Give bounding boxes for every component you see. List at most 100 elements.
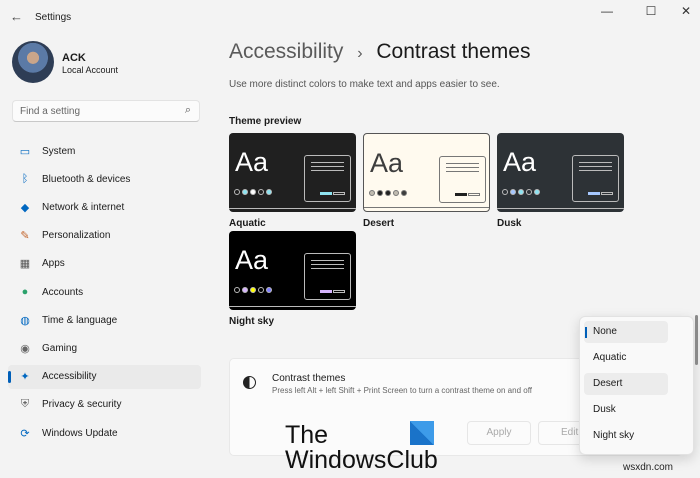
apps-icon: ▦: [19, 258, 31, 271]
sidebar-item-label: System: [42, 145, 76, 157]
color-dot: [385, 190, 391, 196]
sidebar-item-privacy-security[interactable]: ⛨ Privacy & security: [8, 393, 201, 417]
update-icon: ⟳: [20, 427, 30, 440]
dropdown-option-none[interactable]: None: [584, 321, 668, 343]
color-dot: [518, 189, 524, 195]
color-dot: [258, 287, 264, 293]
search-input[interactable]: Find a setting ⌕: [12, 100, 200, 122]
selected-indicator: [8, 370, 11, 383]
color-dot: [242, 287, 248, 293]
dropdown-option-aquatic[interactable]: Aquatic: [584, 347, 668, 369]
back-arrow-icon[interactable]: ←: [10, 9, 23, 24]
color-dot: [534, 189, 540, 195]
window-preview: [304, 155, 351, 202]
theme-sample-text: Aa: [235, 245, 269, 275]
theme-card-night-sky[interactable]: Aa: [229, 231, 356, 310]
color-dot: [234, 287, 240, 293]
color-dot: [234, 189, 240, 195]
window-preview: [304, 253, 351, 300]
sidebar-item-label: Accessibility: [42, 371, 97, 383]
minimize-button[interactable]: —: [597, 4, 617, 18]
color-dot: [250, 189, 256, 195]
sidebar-item-accounts[interactable]: ● Accounts: [8, 280, 201, 304]
wifi-icon: ◆: [20, 201, 30, 214]
sidebar-item-personalization[interactable]: ✎ Personalization: [8, 224, 201, 248]
search-placeholder: Find a setting: [20, 106, 81, 117]
sidebar-item-label: Personalization: [42, 230, 111, 242]
theme-card-dusk[interactable]: Aa: [497, 133, 624, 212]
color-dot: [401, 190, 407, 196]
sidebar-item-label: Windows Update: [42, 427, 118, 439]
contrast-themes-heading: Contrast themes: [272, 373, 346, 384]
sidebar-item-label: Gaming: [42, 342, 78, 354]
contrast-themes-description: Press left Alt + left Shift + Print Scre…: [272, 386, 532, 395]
color-dot: [510, 189, 516, 195]
sidebar-item-gaming[interactable]: ◉ Gaming: [8, 336, 201, 360]
bluetooth-icon: ᛒ: [21, 173, 29, 186]
sidebar-item-apps[interactable]: ▦ Apps: [8, 252, 201, 276]
avatar[interactable]: [12, 41, 54, 83]
color-swatches: [369, 190, 407, 196]
breadcrumb-separator: ›: [357, 45, 363, 62]
person-icon: ●: [21, 286, 29, 298]
sidebar-item-network-internet[interactable]: ◆ Network & internet: [8, 195, 201, 219]
shield-icon: ⛨: [20, 398, 30, 411]
sidebar-item-accessibility[interactable]: ✦ Accessibility: [8, 364, 201, 389]
color-swatches: [234, 287, 272, 293]
color-dot: [369, 190, 375, 196]
color-dot: [258, 189, 264, 195]
monitor-icon: ▭: [19, 145, 31, 158]
color-dot: [266, 287, 272, 293]
sidebar-item-time-language[interactable]: ◍ Time & language: [8, 308, 201, 332]
sidebar-item-label: Network & internet: [42, 201, 125, 213]
contrast-icon: [243, 376, 256, 389]
selected-indicator: [585, 327, 587, 338]
sidebar-item-label: Bluetooth & devices: [42, 173, 131, 185]
breadcrumb: Accessibility › Contrast themes: [229, 40, 530, 64]
sidebar-item-label: Accounts: [42, 286, 84, 298]
window-preview: [572, 155, 619, 202]
user-name: ACK: [62, 52, 86, 64]
color-dot: [377, 190, 383, 196]
window-preview: [439, 156, 486, 203]
site-watermark: wsxdn.com: [623, 462, 674, 473]
scrollbar[interactable]: [695, 315, 698, 365]
window-title: Settings: [35, 12, 72, 23]
color-dot: [242, 189, 248, 195]
sidebar-item-label: Time & language: [42, 314, 118, 326]
theme-label: Dusk: [497, 218, 522, 229]
theme-sample-text: Aa: [235, 147, 269, 177]
close-button[interactable]: ✕: [676, 4, 696, 18]
gamepad-icon: ◉: [20, 342, 30, 355]
theme-card-aquatic[interactable]: Aa: [229, 133, 356, 212]
theme-label: Night sky: [229, 316, 275, 327]
color-dot: [266, 189, 272, 195]
color-swatches: [234, 189, 272, 195]
theme-dropdown-menu[interactable]: None Aquatic Desert Dusk Night sky: [579, 316, 694, 455]
maximize-button[interactable]: ☐: [641, 4, 661, 18]
sidebar-item-label: Apps: [42, 258, 65, 270]
theme-preview-heading: Theme preview: [229, 116, 302, 127]
dropdown-option-dusk[interactable]: Dusk: [584, 399, 668, 421]
sidebar-item-system[interactable]: ▭ System: [8, 139, 201, 163]
search-icon: ⌕: [184, 104, 191, 116]
breadcrumb-accessibility[interactable]: Accessibility: [229, 40, 343, 63]
theme-card-desert[interactable]: Aa: [363, 133, 490, 212]
theme-label: Aquatic: [229, 218, 266, 229]
sidebar-item-bluetooth-devices[interactable]: ᛒ Bluetooth & devices: [8, 167, 201, 191]
sidebar-item-windows-update[interactable]: ⟳ Windows Update: [8, 421, 201, 445]
sidebar-item-label: Privacy & security: [42, 399, 122, 411]
page-subtitle: Use more distinct colors to make text an…: [229, 79, 500, 90]
color-dot: [502, 189, 508, 195]
theme-sample-text: Aa: [503, 147, 537, 177]
theme-sample-text: Aa: [370, 148, 404, 178]
watermark-logo-icon: [410, 421, 434, 445]
globe-clock-icon: ◍: [20, 314, 30, 327]
dropdown-option-desert[interactable]: Desert: [584, 373, 668, 395]
color-dot: [526, 189, 532, 195]
dropdown-option-night-sky[interactable]: Night sky: [584, 425, 668, 447]
page-title: Contrast themes: [376, 40, 531, 63]
brush-icon: ✎: [20, 230, 30, 243]
color-dot: [393, 190, 399, 196]
apply-button[interactable]: Apply: [467, 421, 531, 445]
